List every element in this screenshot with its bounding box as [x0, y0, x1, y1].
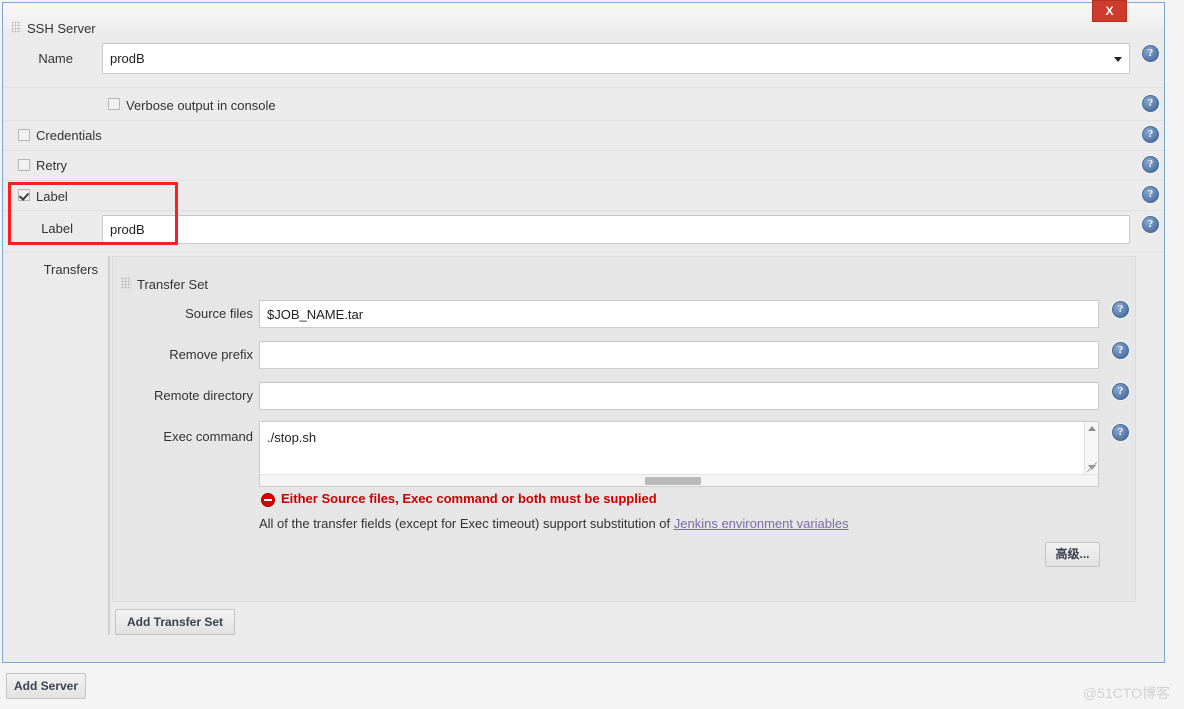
help-icon-credentials[interactable]: ?	[1142, 126, 1159, 143]
add-server-button[interactable]: Add Server	[6, 673, 86, 699]
divider	[3, 120, 1164, 121]
substitution-note-text: All of the transfer fields (except for E…	[259, 516, 674, 531]
remove-prefix-input[interactable]	[259, 341, 1099, 369]
screen-root: SSH Server Name ? Verbose output in cons…	[0, 0, 1184, 709]
remote-directory-label: Remote directory	[154, 388, 253, 403]
source-files-input[interactable]	[259, 300, 1099, 328]
exec-command-wrap[interactable]	[259, 421, 1099, 487]
ssh-server-panel: SSH Server Name ? Verbose output in cons…	[2, 2, 1165, 663]
jenkins-env-vars-link[interactable]: Jenkins environment variables	[674, 516, 849, 531]
help-icon-label-field[interactable]: ?	[1142, 216, 1159, 233]
label-toggle-label: Label	[36, 189, 68, 204]
error-message: Either Source files, Exec command or bot…	[281, 491, 657, 506]
transfers-label: Transfers	[43, 262, 98, 277]
divider	[3, 87, 1164, 88]
transfer-set-panel: Transfer Set Source files ? Remove prefi…	[112, 256, 1136, 602]
remote-directory-input[interactable]	[259, 382, 1099, 410]
help-icon-remove-prefix[interactable]: ?	[1112, 342, 1129, 359]
watermark: @51CTO博客	[1082, 685, 1170, 701]
transfer-set-header	[113, 257, 1135, 285]
ssh-server-title: SSH Server	[27, 21, 96, 36]
credentials-label: Credentials	[36, 128, 102, 143]
retry-label: Retry	[36, 158, 68, 173]
verbose-output-label: Verbose output in console	[126, 98, 276, 113]
help-icon-retry[interactable]: ?	[1142, 156, 1159, 173]
divider	[3, 210, 1164, 211]
divider	[3, 251, 1164, 252]
help-icon-name[interactable]: ?	[1142, 45, 1159, 62]
verbose-output-checkbox[interactable]	[108, 98, 120, 110]
error-icon	[261, 493, 275, 507]
textarea-resize-handle-icon[interactable]	[1087, 462, 1097, 472]
help-icon-verbose[interactable]: ?	[1142, 95, 1159, 112]
name-label: Name	[38, 51, 73, 66]
name-select-wrap[interactable]	[102, 43, 1130, 74]
help-icon-exec-command[interactable]: ?	[1112, 424, 1129, 441]
scroll-up-arrow-icon[interactable]	[1088, 426, 1096, 431]
divider	[3, 180, 1164, 181]
divider	[3, 150, 1164, 151]
credentials-checkbox[interactable]	[18, 129, 30, 141]
label-checkbox[interactable]	[18, 189, 30, 201]
name-input[interactable]	[102, 43, 1130, 74]
label-input[interactable]	[102, 215, 1130, 244]
source-files-label: Source files	[185, 306, 253, 321]
substitution-note: All of the transfer fields (except for E…	[259, 516, 849, 531]
transfer-set-drag-grip-icon[interactable]	[121, 277, 131, 289]
exec-command-horizontal-scrollbar[interactable]	[260, 474, 1098, 486]
chevron-down-icon[interactable]	[1114, 56, 1122, 62]
transfer-set-title: Transfer Set	[137, 277, 209, 292]
help-icon-remote-directory[interactable]: ?	[1112, 383, 1129, 400]
help-icon-label[interactable]: ?	[1142, 186, 1159, 203]
transfers-container: Transfer Set Source files ? Remove prefi…	[108, 256, 1136, 635]
add-transfer-set-button[interactable]: Add Transfer Set	[115, 609, 235, 635]
advanced-button[interactable]: 高级...	[1045, 542, 1100, 567]
scrollbar-thumb[interactable]	[645, 477, 702, 485]
remove-prefix-label: Remove prefix	[169, 347, 253, 362]
exec-command-label: Exec command	[163, 429, 253, 444]
help-icon-source-files[interactable]: ?	[1112, 301, 1129, 318]
ssh-server-panel-header	[3, 3, 1164, 29]
retry-checkbox[interactable]	[18, 159, 30, 171]
drag-grip-icon[interactable]	[11, 21, 21, 33]
label-field-label: Label	[41, 221, 73, 236]
close-button[interactable]: X	[1092, 0, 1127, 22]
